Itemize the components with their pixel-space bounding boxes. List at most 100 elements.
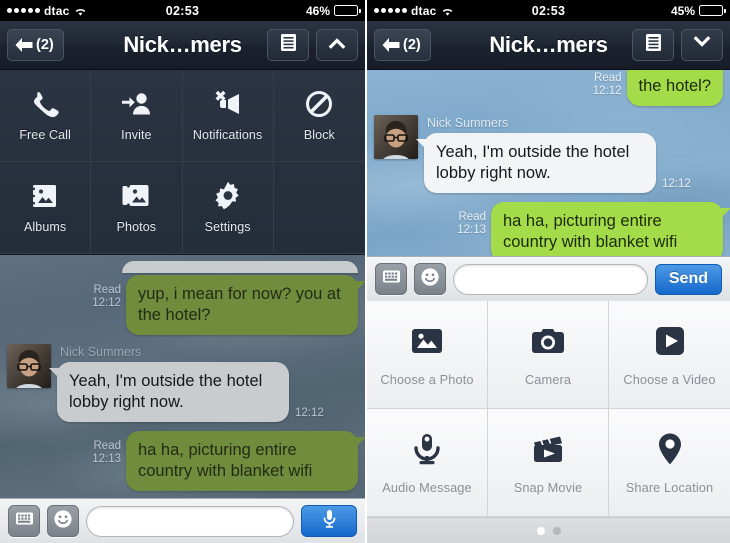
smiley-icon xyxy=(420,267,440,292)
list-menu-icon xyxy=(280,33,297,57)
attachment-label: Share Location xyxy=(625,479,714,495)
attachment-choose-a-video[interactable]: Choose a Video xyxy=(609,301,730,409)
menu-item-invite[interactable]: Invite xyxy=(91,70,183,162)
phone-screen-right: dtac 02:53 45% (2) Nick…mers Read 12:12 … xyxy=(365,0,730,543)
microphone-icon xyxy=(409,431,445,467)
message-bubble[interactable]: the hotel? xyxy=(626,70,730,106)
keyboard-button[interactable] xyxy=(8,505,40,537)
microphone-icon xyxy=(322,509,337,534)
phone-icon xyxy=(30,89,60,119)
contact-action-menu: Free Call Invite Notifications Block Alb… xyxy=(0,70,365,255)
voice-message-button[interactable] xyxy=(301,505,357,537)
back-unread-count: (2) xyxy=(36,37,54,53)
message-input[interactable] xyxy=(453,263,648,295)
attachment-label: Audio Message xyxy=(382,479,472,495)
nav-actions xyxy=(632,29,723,61)
album-icon xyxy=(30,181,60,211)
list-menu-button[interactable] xyxy=(267,29,309,61)
menu-label: Photos xyxy=(116,220,157,234)
list-menu-icon xyxy=(645,33,662,57)
avatar[interactable] xyxy=(7,344,51,388)
menu-item-empty xyxy=(273,162,365,254)
smiley-icon xyxy=(53,509,73,534)
chevron-down-icon xyxy=(692,36,712,54)
message-list: Read 12:12 the hotel? Nick Summers Yeah,… xyxy=(367,70,730,256)
menu-item-albums[interactable]: Albums xyxy=(0,162,92,254)
avatar[interactable] xyxy=(374,115,418,159)
sender-name: Nick Summers xyxy=(427,116,509,130)
attachment-label: Camera xyxy=(524,371,572,387)
nav-actions xyxy=(267,29,358,61)
message-status: Read 12:12 xyxy=(92,275,121,310)
message-bubble[interactable]: Yeah, I'm outside the hotel lobby right … xyxy=(49,362,289,422)
attachment-snap-movie[interactable]: Snap Movie xyxy=(488,409,609,517)
battery-percent: 45% xyxy=(670,3,695,18)
status-battery-group: 45% xyxy=(670,3,726,18)
status-bar-left: dtac 02:53 46% xyxy=(0,0,365,21)
message-list: Read 12:12 yup, i mean for now? you at t… xyxy=(0,255,365,498)
keyboard-button[interactable] xyxy=(375,263,407,295)
attachment-panel: Choose a Photo Camera Choose a Video Aud… xyxy=(367,301,730,543)
menu-item-free-call[interactable]: Free Call xyxy=(0,70,92,162)
sender-name: Nick Summers xyxy=(60,345,142,359)
incoming-message-group: Nick Summers Yeah, I'm outside the hotel… xyxy=(416,115,691,193)
message-row-outgoing: Read 12:13 ha ha, picturing entire count… xyxy=(374,202,730,256)
panel-toggle-button[interactable] xyxy=(681,29,723,61)
message-bubble[interactable]: Yeah, I'm outside the hotel lobby right … xyxy=(416,133,656,193)
arrow-left-icon xyxy=(14,37,34,53)
message-bubble[interactable]: ha ha, picturing entire country with bla… xyxy=(126,431,365,491)
mute-megaphone-icon xyxy=(213,89,243,119)
menu-item-photos[interactable]: Photos xyxy=(91,162,183,254)
menu-item-block[interactable]: Block xyxy=(273,70,365,162)
list-menu-button[interactable] xyxy=(632,29,674,61)
attachment-camera[interactable]: Camera xyxy=(488,301,609,409)
pager-dot[interactable] xyxy=(552,526,561,535)
message-input-bar-left xyxy=(0,498,365,543)
message-time: 12:13 xyxy=(457,224,486,236)
message-row-incoming: Nick Summers Yeah, I'm outside the hotel… xyxy=(7,344,358,422)
message-row-outgoing: Read 12:12 yup, i mean for now? you at t… xyxy=(7,275,365,335)
menu-item-settings[interactable]: Settings xyxy=(182,162,274,254)
message-bubble[interactable]: ha ha, picturing entire country with bla… xyxy=(491,202,730,256)
message-row-outgoing-partial: Read 12:12 the hotel? xyxy=(374,70,730,106)
nav-bar-left: (2) Nick…mers xyxy=(0,21,365,70)
panel-toggle-button[interactable] xyxy=(316,29,358,61)
send-button[interactable]: Send xyxy=(654,263,722,295)
message-bubble[interactable]: yup, i mean for now? you at the hotel? xyxy=(126,275,365,335)
menu-label: Settings xyxy=(204,220,251,234)
attachment-grid: Choose a Photo Camera Choose a Video Aud… xyxy=(367,301,730,517)
message-input-bar-right: Send xyxy=(367,256,730,301)
attachment-pager[interactable] xyxy=(367,517,730,543)
attachment-audio-message[interactable]: Audio Message xyxy=(367,409,488,517)
battery-percent: 46% xyxy=(305,3,330,18)
video-play-icon xyxy=(652,323,688,359)
attachment-label: Choose a Video xyxy=(623,371,716,387)
menu-item-notifications[interactable]: Notifications xyxy=(182,70,274,162)
menu-label: Albums xyxy=(23,220,67,234)
back-button[interactable]: (2) xyxy=(7,29,64,61)
status-bar-right: dtac 02:53 45% xyxy=(367,0,730,21)
sticker-button[interactable] xyxy=(47,505,79,537)
menu-label: Free Call xyxy=(19,128,71,142)
message-status: Read 12:13 xyxy=(92,431,121,466)
back-button[interactable]: (2) xyxy=(374,29,431,61)
read-status: Read xyxy=(594,72,622,84)
message-time: 12:12 xyxy=(592,85,622,97)
menu-label: Invite xyxy=(121,128,152,142)
battery-icon xyxy=(699,5,726,16)
attachment-choose-a-photo[interactable]: Choose a Photo xyxy=(367,301,488,409)
sticker-button[interactable] xyxy=(414,263,446,295)
keyboard-icon xyxy=(15,511,34,531)
attachment-share-location[interactable]: Share Location xyxy=(609,409,730,517)
incoming-message-group: Nick Summers Yeah, I'm outside the hotel… xyxy=(49,344,324,422)
battery-icon xyxy=(334,5,361,16)
clapperboard-icon xyxy=(530,431,566,467)
pager-dot-active[interactable] xyxy=(536,526,545,535)
photos-icon xyxy=(121,181,151,211)
message-input[interactable] xyxy=(86,505,294,537)
attachment-label: Choose a Photo xyxy=(380,371,474,387)
message-partial-above xyxy=(122,261,358,273)
chat-area-left[interactable]: Read 12:12 yup, i mean for now? you at t… xyxy=(0,255,365,498)
message-row-outgoing: Read 12:13 ha ha, picturing entire count… xyxy=(7,431,365,491)
chat-area-right[interactable]: Read 12:12 the hotel? Nick Summers Yeah,… xyxy=(367,70,730,256)
